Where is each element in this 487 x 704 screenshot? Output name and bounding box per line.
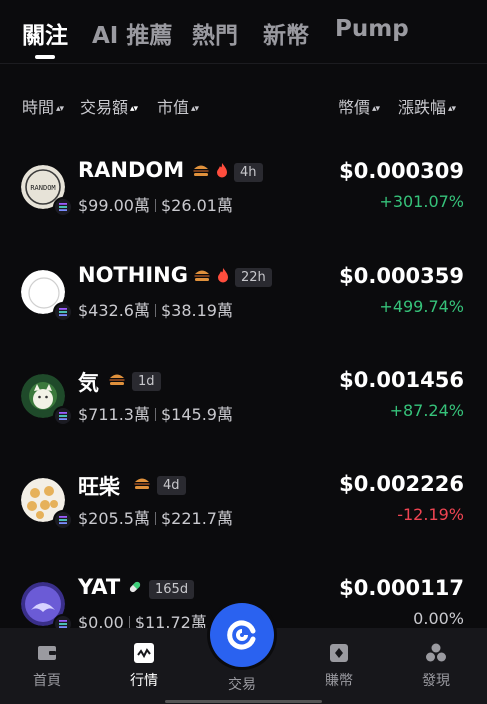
token-age-badge: 22h — [235, 267, 272, 287]
token-name: YAT — [78, 575, 121, 599]
burger-icon — [192, 162, 210, 182]
token-change: +301.07% — [379, 192, 464, 211]
token-age-badge: 1d — [132, 371, 161, 391]
token-row-random[interactable]: RANDOM RANDOM 4h $99.00萬 $26.01萬 $0.00030… — [0, 156, 487, 236]
nav-trade-label: 交易 — [228, 677, 256, 693]
token-volume: $99.00萬 — [78, 196, 150, 215]
chart-icon — [134, 643, 154, 663]
svg-text:RANDOM: RANDOM — [30, 184, 55, 192]
solana-chain-icon — [53, 302, 73, 322]
token-price: $0.000309 — [339, 159, 464, 183]
nav-discover-label: 發現 — [422, 673, 450, 689]
sort-caret-icon: ▴▾ — [130, 104, 138, 114]
token-market-cap: $38.19萬 — [161, 301, 233, 320]
nav-discover[interactable]: 發現 — [406, 642, 466, 690]
top-tabs: 關注 AI 推薦 熱門 新幣 Pump — [0, 0, 487, 64]
separator — [155, 408, 156, 421]
nav-earn-label: 賺幣 — [325, 673, 353, 689]
token-badges: 4d — [133, 475, 186, 495]
discover-icon — [426, 643, 446, 662]
nav-home-label: 首頁 — [33, 673, 61, 689]
solana-chain-icon — [53, 510, 73, 530]
token-name: RANDOM — [78, 158, 185, 182]
earn-icon — [330, 644, 348, 662]
sort-caret-icon: ▴▾ — [56, 104, 64, 114]
nav-home[interactable]: 首頁 — [17, 642, 77, 690]
token-change: +499.74% — [379, 297, 464, 316]
separator — [155, 304, 156, 317]
tab-ai-recommend[interactable]: AI 推薦 — [92, 16, 172, 50]
token-volume-mcap: $205.5萬 $221.7萬 — [78, 505, 233, 529]
token-badges: 1d — [108, 371, 161, 391]
solana-chain-icon — [53, 406, 73, 426]
token-age-badge: 165d — [149, 579, 195, 599]
sort-time[interactable]: 時間 ▴▾ — [22, 94, 64, 118]
token-market-cap: $221.7萬 — [161, 509, 233, 528]
sort-caret-icon: ▴▾ — [191, 104, 199, 114]
sort-volume-label: 交易額 — [80, 98, 129, 117]
solana-chain-icon — [53, 197, 73, 217]
token-age-badge: 4d — [157, 475, 186, 495]
tab-watchlist[interactable]: 關注 — [22, 16, 68, 50]
token-market-cap: $26.01萬 — [161, 196, 233, 215]
sort-caret-icon: ▴▾ — [372, 104, 380, 114]
token-change: -12.19% — [397, 505, 464, 524]
nav-market[interactable]: 行情 — [114, 642, 174, 690]
token-volume-mcap: $99.00萬 $26.01萬 — [78, 192, 233, 216]
sort-market-cap-label: 市值 — [157, 98, 190, 117]
burger-icon — [193, 267, 211, 287]
token-price: $0.000359 — [339, 264, 464, 288]
flame-icon — [216, 162, 228, 182]
burger-icon — [108, 371, 126, 391]
token-change: 0.00% — [413, 609, 464, 628]
separator — [155, 512, 156, 525]
sort-price-label: 幣價 — [338, 98, 371, 117]
token-badges: 4h — [192, 162, 263, 182]
sort-header-row: 時間 ▴▾ 交易額 ▴▾ 市值 ▴▾ 幣價 ▴▾ 漲跌幅 ▴▾ — [0, 92, 487, 120]
token-name: 気 — [78, 371, 99, 395]
nav-earn[interactable]: 賺幣 — [309, 642, 369, 690]
token-row-nothing[interactable]: NOTHING 22h $432.6萬 $38.19萬 $0.000359 +49… — [0, 261, 487, 341]
tab-hot[interactable]: 熱門 — [192, 16, 238, 50]
token-badges: 165d — [127, 579, 195, 599]
token-price: $0.002226 — [339, 472, 464, 496]
sort-market-cap[interactable]: 市值 ▴▾ — [157, 94, 199, 118]
tab-new-coins[interactable]: 新幣 — [263, 16, 309, 50]
tab-pump[interactable]: Pump — [335, 16, 409, 42]
active-tab-indicator — [35, 55, 55, 59]
token-market-cap: $145.9萬 — [161, 405, 233, 424]
token-age-badge: 4h — [234, 162, 263, 182]
separator — [155, 199, 156, 212]
divider — [0, 63, 487, 64]
trade-logo-icon — [227, 620, 256, 650]
pill-icon — [127, 579, 143, 599]
sort-change-label: 漲跌幅 — [398, 98, 447, 117]
nav-market-label: 行情 — [130, 673, 158, 689]
flame-icon — [217, 267, 229, 287]
token-volume-mcap: $432.6萬 $38.19萬 — [78, 297, 233, 321]
token-volume-mcap: $711.3萬 $145.9萬 — [78, 401, 233, 425]
token-change: +87.24% — [389, 401, 464, 420]
token-volume: $432.6萬 — [78, 301, 150, 320]
home-indicator — [165, 700, 322, 703]
wallet-icon — [38, 646, 56, 660]
token-name: NOTHING — [78, 263, 188, 287]
burger-icon — [133, 475, 151, 495]
token-badges: 22h — [193, 267, 272, 287]
token-row-ki[interactable]: 気 1d $711.3萬 $145.9萬 $0.001456 +87.24% — [0, 365, 487, 445]
sort-price[interactable]: 幣價 ▴▾ — [338, 94, 380, 118]
token-volume: $711.3萬 — [78, 405, 150, 424]
sort-time-label: 時間 — [22, 98, 55, 117]
sort-caret-icon: ▴▾ — [448, 104, 456, 114]
sort-volume[interactable]: 交易額 ▴▾ — [80, 94, 138, 118]
token-price: $0.000117 — [339, 576, 464, 600]
sort-change[interactable]: 漲跌幅 ▴▾ — [398, 94, 456, 118]
token-price: $0.001456 — [339, 368, 464, 392]
token-name: 旺柴 — [78, 475, 120, 499]
trade-button[interactable] — [210, 603, 274, 667]
token-volume: $205.5萬 — [78, 509, 150, 528]
token-row-wangchai[interactable]: 旺柴 4d $205.5萬 $221.7萬 $0.002226 -12.19% — [0, 469, 487, 549]
